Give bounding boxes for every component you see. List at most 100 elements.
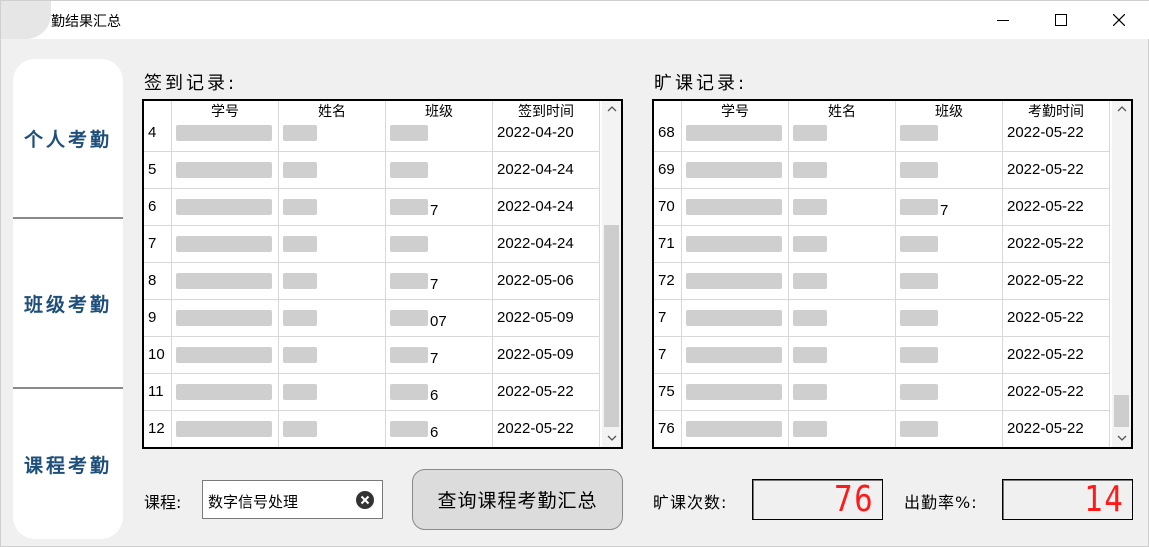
scroll-down-arrow[interactable] <box>1112 430 1131 446</box>
student-id-cell <box>682 263 789 299</box>
absence-table-body: 68 2022-05-22 69 2022-05-22 70 7 2022-05-22 71 2… <box>654 115 1110 447</box>
query-course-summary-button[interactable]: 查询课程考勤汇总 <box>412 469 623 530</box>
table-column-header[interactable]: 姓名 <box>789 101 896 121</box>
redacted-block <box>900 162 938 178</box>
table-row[interactable]: 10 7 2022-05-09 <box>144 337 600 374</box>
scroll-thumb[interactable] <box>604 225 619 427</box>
close-button[interactable] <box>1090 1 1148 39</box>
student-name-cell <box>789 226 896 262</box>
redacted-block <box>686 162 782 178</box>
table-column-header[interactable]: 班级 <box>896 101 1003 121</box>
class-suffix: 7 <box>940 202 949 219</box>
redacted-block <box>900 384 938 400</box>
table-column-header[interactable]: 签到时间 <box>493 101 600 121</box>
student-name-cell <box>279 300 386 336</box>
table-header-corner <box>144 101 172 121</box>
attendance-rate-label: 出勤率%: <box>904 493 978 512</box>
absence-records-title: 旷课记录: <box>654 73 748 94</box>
scroll-up-arrow[interactable] <box>1112 101 1131 117</box>
redacted-block <box>900 310 938 326</box>
class-suffix: 07 <box>430 313 447 330</box>
redacted-block <box>686 199 782 215</box>
table-column-header[interactable]: 学号 <box>682 101 789 121</box>
row-number: 69 <box>654 152 682 188</box>
redacted-block <box>176 199 272 215</box>
class-cell: 6 <box>386 411 493 447</box>
scroll-thumb[interactable] <box>1114 395 1129 427</box>
chevron-up-icon <box>1117 106 1126 112</box>
table-row[interactable]: 76 2022-05-22 <box>654 411 1110 447</box>
redacted-block <box>283 236 317 252</box>
date-cell: 2022-05-09 <box>493 337 600 373</box>
table-row[interactable]: 72 2022-05-22 <box>654 263 1110 300</box>
table-row[interactable]: 75 2022-05-22 <box>654 374 1110 411</box>
redacted-block <box>390 236 428 252</box>
date-cell: 2022-04-24 <box>493 226 600 262</box>
row-number: 72 <box>654 263 682 299</box>
nav-personal-attendance[interactable]: 个人考勤 <box>13 59 123 217</box>
scroll-up-arrow[interactable] <box>602 101 621 117</box>
class-cell <box>896 374 1003 410</box>
date-cell: 2022-05-22 <box>1003 263 1110 299</box>
redacted-block <box>390 384 428 400</box>
absence-scrollbar[interactable] <box>1112 101 1131 447</box>
redacted-block <box>176 421 272 437</box>
redacted-block <box>390 199 428 215</box>
table-row[interactable]: 69 2022-05-22 <box>654 152 1110 189</box>
row-number: 70 <box>654 189 682 225</box>
redacted-block <box>793 347 827 363</box>
course-input[interactable]: 数字信号处理 <box>202 480 383 519</box>
redacted-block <box>793 421 827 437</box>
absence-table[interactable]: 68 2022-05-22 69 2022-05-22 70 7 2022-05-22 71 2… <box>652 99 1133 449</box>
redacted-block <box>390 347 428 363</box>
table-row[interactable]: 70 7 2022-05-22 <box>654 189 1110 226</box>
table-row[interactable]: 5 2022-04-24 <box>144 152 600 189</box>
nav-course-attendance[interactable]: 课程考勤 <box>13 389 123 539</box>
redacted-block <box>900 347 938 363</box>
signin-scrollbar[interactable] <box>602 101 621 447</box>
date-cell: 2022-05-22 <box>1003 374 1110 410</box>
table-column-header[interactable]: 学号 <box>172 101 279 121</box>
redacted-block <box>793 384 827 400</box>
table-row[interactable]: 7 2022-05-22 <box>654 300 1110 337</box>
redacted-block <box>283 273 317 289</box>
student-name-cell <box>789 189 896 225</box>
table-column-header[interactable]: 姓名 <box>279 101 386 121</box>
redacted-block <box>900 421 938 437</box>
table-column-header[interactable]: 考勤时间 <box>1003 101 1110 121</box>
redacted-block <box>176 384 272 400</box>
clear-circle-icon[interactable] <box>355 490 375 510</box>
table-row[interactable]: 12 6 2022-05-22 <box>144 411 600 447</box>
scroll-down-arrow[interactable] <box>602 430 621 446</box>
class-cell <box>896 411 1003 447</box>
table-row[interactable]: 9 07 2022-05-09 <box>144 300 600 337</box>
table-row[interactable]: 8 7 2022-05-06 <box>144 263 600 300</box>
redacted-block <box>793 236 827 252</box>
redacted-block <box>686 236 782 252</box>
minimize-button[interactable] <box>974 1 1032 39</box>
redacted-block <box>283 162 317 178</box>
signin-table[interactable]: 4 2022-04-20 5 2022-04-24 6 7 2022-04-24 7 2022-… <box>142 99 623 449</box>
student-name-cell <box>279 374 386 410</box>
redacted-block <box>390 310 428 326</box>
table-row[interactable]: 6 7 2022-04-24 <box>144 189 600 226</box>
window-title: 勤结果汇总 <box>51 14 121 30</box>
class-cell: 6 <box>386 374 493 410</box>
maximize-button[interactable] <box>1032 1 1090 39</box>
date-cell: 2022-05-22 <box>1003 337 1110 373</box>
app-icon <box>1 1 51 39</box>
redacted-block <box>176 125 272 141</box>
attendance-rate-display: 14 <box>1002 479 1133 520</box>
table-row[interactable]: 71 2022-05-22 <box>654 226 1110 263</box>
date-cell: 2022-05-22 <box>1003 152 1110 188</box>
table-row[interactable]: 7 2022-04-24 <box>144 226 600 263</box>
redacted-block <box>390 125 428 141</box>
date-cell: 2022-05-22 <box>1003 411 1110 447</box>
table-row[interactable]: 11 6 2022-05-22 <box>144 374 600 411</box>
student-name-cell <box>279 337 386 373</box>
table-row[interactable]: 7 2022-05-22 <box>654 337 1110 374</box>
table-column-header[interactable]: 班级 <box>386 101 493 121</box>
nav-class-attendance[interactable]: 班级考勤 <box>13 219 123 387</box>
row-number: 5 <box>144 152 172 188</box>
chevron-down-icon <box>607 435 616 441</box>
